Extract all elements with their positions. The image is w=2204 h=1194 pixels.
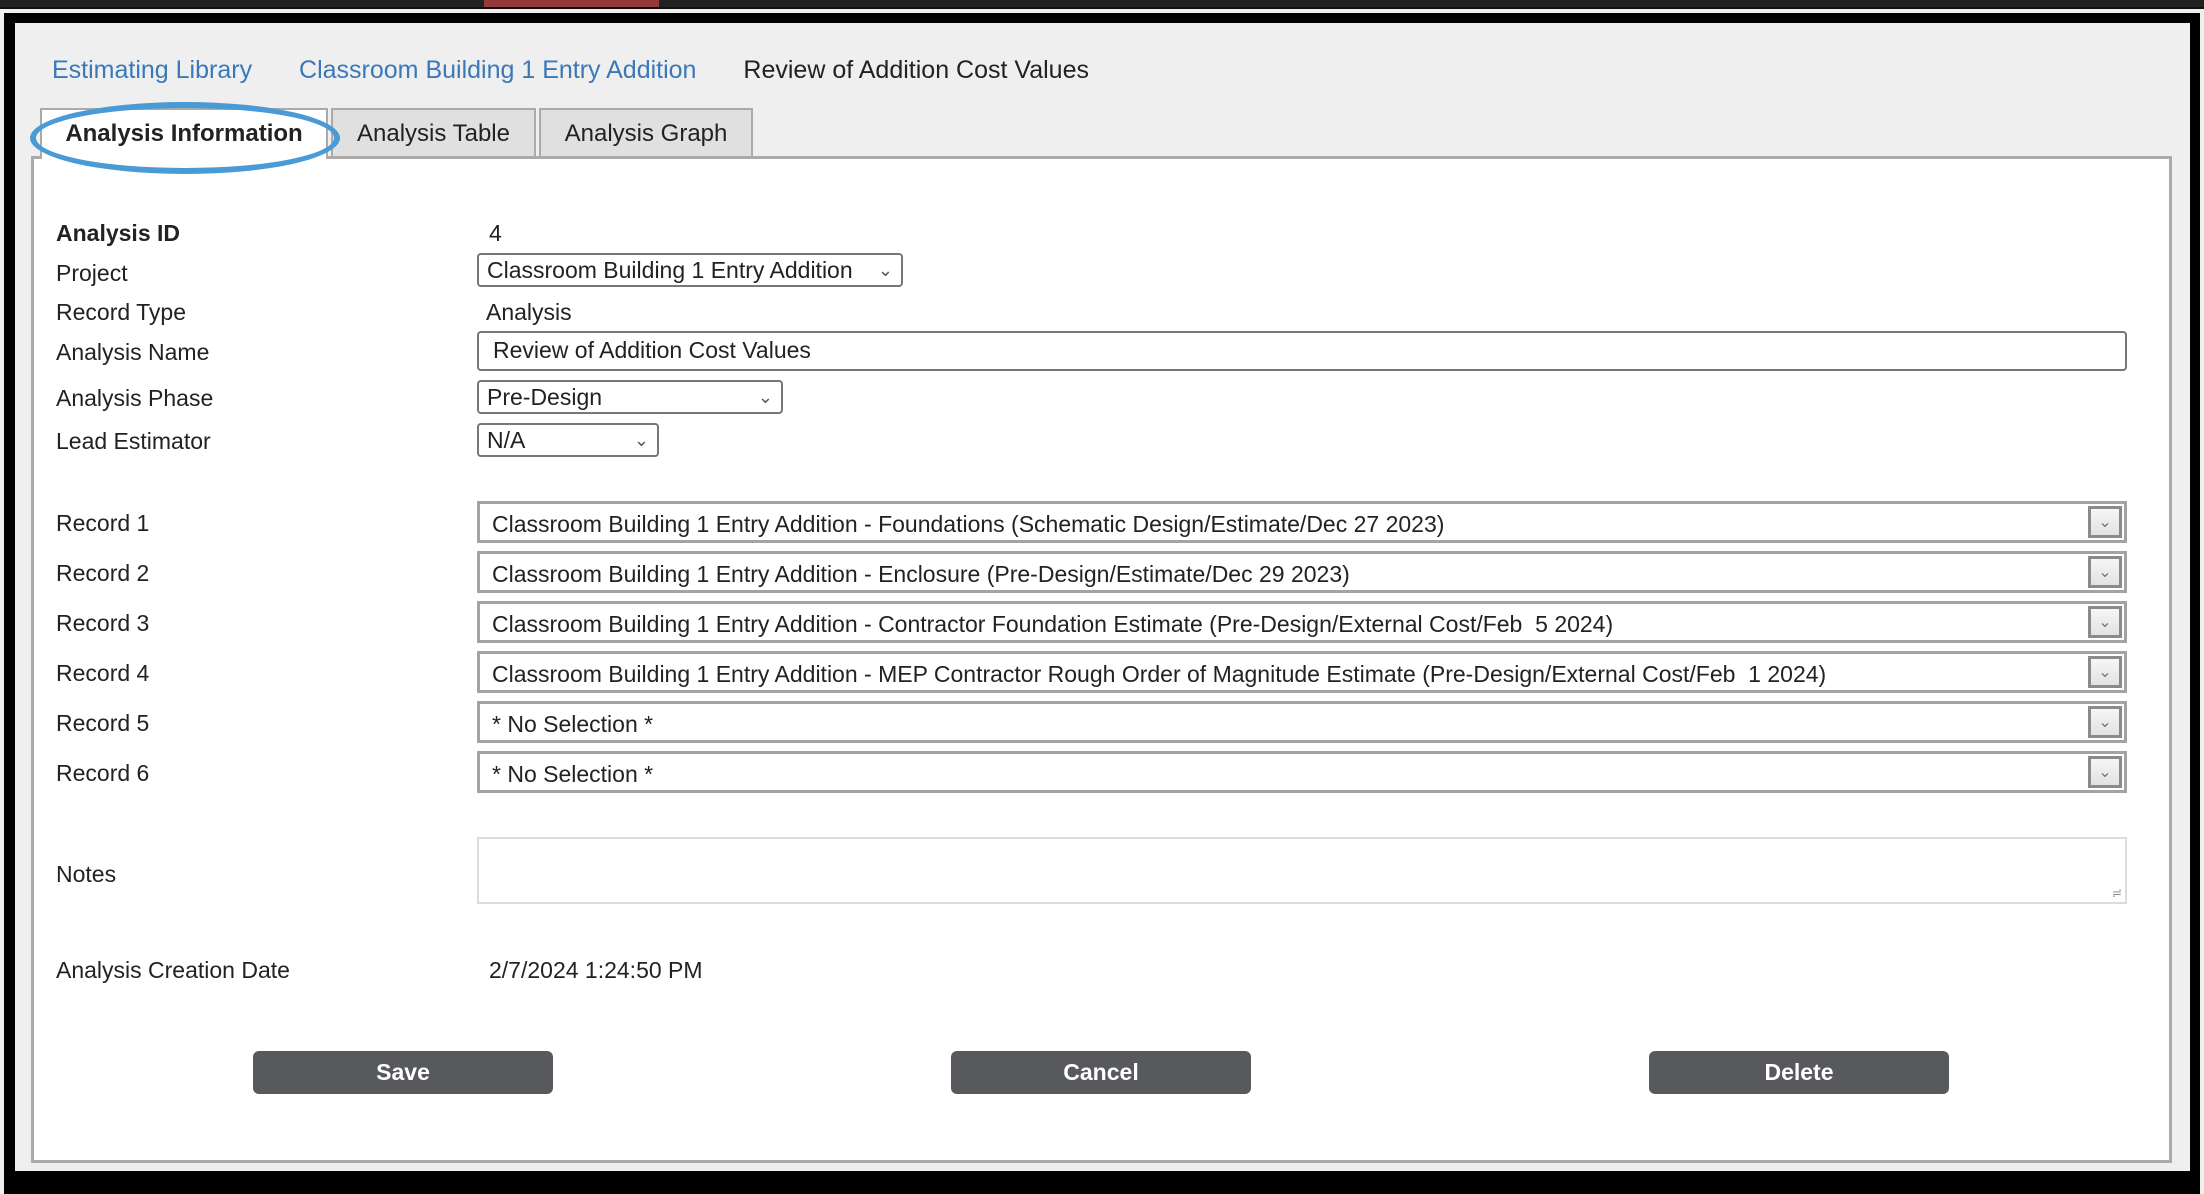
record-1-label: Record 1 xyxy=(56,510,150,536)
record-1-value: Classroom Building 1 Entry Addition - Fo… xyxy=(492,511,1445,537)
analysis-name-label: Analysis Name xyxy=(56,339,210,365)
chevron-down-icon: ⌄ xyxy=(877,260,893,280)
tab-bar: Analysis Information Analysis Table Anal… xyxy=(40,108,756,159)
tab-analysis-information[interactable]: Analysis Information xyxy=(40,108,328,159)
chevron-down-icon[interactable]: ⌄ xyxy=(2088,506,2122,538)
analysis-information-panel: Analysis ID 4 Project Classroom Building… xyxy=(31,156,2172,1163)
record-2-value: Classroom Building 1 Entry Addition - En… xyxy=(492,561,1350,587)
breadcrumb-current: Review of Addition Cost Values xyxy=(743,56,1089,84)
record-2-label: Record 2 xyxy=(56,560,150,586)
chevron-down-icon: ⌄ xyxy=(633,430,649,450)
record-5-select[interactable]: * No Selection * ⌄ xyxy=(477,701,2127,743)
breadcrumb-project[interactable]: Classroom Building 1 Entry Addition xyxy=(299,56,696,84)
record-6-label: Record 6 xyxy=(56,760,150,786)
record-3-value: Classroom Building 1 Entry Addition - Co… xyxy=(492,611,1614,637)
creation-date-value: 2/7/2024 1:24:50 PM xyxy=(489,957,703,983)
top-divider xyxy=(0,7,2204,9)
chevron-down-icon[interactable]: ⌄ xyxy=(2088,706,2122,738)
creation-date-label: Analysis Creation Date xyxy=(56,957,290,983)
top-bar xyxy=(0,0,2204,7)
resize-grip-icon[interactable]: ≓ xyxy=(2112,886,2122,900)
delete-button[interactable]: Delete xyxy=(1649,1051,1949,1094)
tab-analysis-graph[interactable]: Analysis Graph xyxy=(539,108,753,157)
project-label: Project xyxy=(56,260,128,286)
record-3-select[interactable]: Classroom Building 1 Entry Addition - Co… xyxy=(477,601,2127,643)
breadcrumb-estimating-library[interactable]: Estimating Library xyxy=(52,56,252,84)
lead-estimator-select-value: N/A xyxy=(487,427,526,453)
top-bar-accent xyxy=(484,0,659,7)
record-type-value: Analysis xyxy=(486,299,572,325)
lead-estimator-label: Lead Estimator xyxy=(56,428,211,454)
tab-analysis-table[interactable]: Analysis Table xyxy=(331,108,536,157)
analysis-id-value: 4 xyxy=(489,220,502,246)
analysis-phase-select[interactable]: Pre-Design ⌄ xyxy=(477,380,783,414)
record-4-label: Record 4 xyxy=(56,660,150,686)
record-3-label: Record 3 xyxy=(56,610,150,636)
record-type-label: Record Type xyxy=(56,299,186,325)
save-button[interactable]: Save xyxy=(253,1051,553,1094)
record-6-select[interactable]: * No Selection * ⌄ xyxy=(477,751,2127,793)
record-1-select[interactable]: Classroom Building 1 Entry Addition - Fo… xyxy=(477,501,2127,543)
breadcrumb: Estimating Library Classroom Building 1 … xyxy=(52,56,1089,85)
chevron-down-icon[interactable]: ⌄ xyxy=(2088,656,2122,688)
analysis-id-label: Analysis ID xyxy=(56,220,180,246)
record-2-select[interactable]: Classroom Building 1 Entry Addition - En… xyxy=(477,551,2127,593)
notes-textarea[interactable]: ≓ xyxy=(477,837,2127,904)
lead-estimator-select[interactable]: N/A ⌄ xyxy=(477,423,659,457)
project-select-value: Classroom Building 1 Entry Addition xyxy=(487,257,853,283)
chevron-down-icon[interactable]: ⌄ xyxy=(2088,556,2122,588)
record-4-value: Classroom Building 1 Entry Addition - ME… xyxy=(492,661,1827,687)
analysis-name-input[interactable]: Review of Addition Cost Values xyxy=(477,331,2127,371)
notes-label: Notes xyxy=(56,861,117,887)
chevron-down-icon: ⌄ xyxy=(757,387,773,407)
record-5-value: * No Selection * xyxy=(492,711,654,737)
analysis-phase-select-value: Pre-Design xyxy=(487,384,603,410)
chevron-down-icon[interactable]: ⌄ xyxy=(2088,606,2122,638)
record-5-label: Record 5 xyxy=(56,710,150,736)
cancel-button[interactable]: Cancel xyxy=(951,1051,1251,1094)
project-select[interactable]: Classroom Building 1 Entry Addition ⌄ xyxy=(477,253,903,287)
record-6-value: * No Selection * xyxy=(492,761,654,787)
analysis-phase-label: Analysis Phase xyxy=(56,385,214,411)
record-4-select[interactable]: Classroom Building 1 Entry Addition - ME… xyxy=(477,651,2127,693)
chevron-down-icon[interactable]: ⌄ xyxy=(2088,756,2122,788)
